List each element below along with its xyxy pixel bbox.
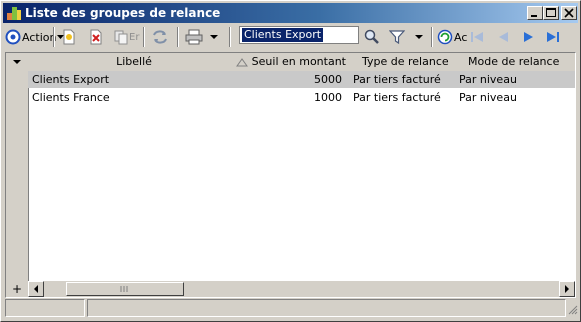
column-header-mode[interactable]: Mode de relance bbox=[468, 53, 575, 71]
column-header-seuil[interactable]: Seuil en montant bbox=[250, 53, 346, 71]
sort-ascending-icon bbox=[236, 58, 248, 67]
next-record-button[interactable] bbox=[521, 26, 537, 48]
last-record-button[interactable] bbox=[545, 26, 561, 48]
new-document-icon bbox=[63, 29, 75, 45]
status-panel bbox=[5, 299, 85, 317]
print-dropdown-button[interactable] bbox=[209, 26, 219, 48]
cell-libelle: Clients Export bbox=[32, 73, 110, 86]
minimize-button[interactable] bbox=[527, 6, 543, 20]
copy-label: Er bbox=[129, 31, 140, 43]
copy-button[interactable]: Er bbox=[113, 26, 139, 48]
grid-header: Libellé Seuil en montant Type de relance… bbox=[28, 53, 575, 71]
horizontal-scrollbar[interactable] bbox=[28, 281, 575, 297]
chevron-down-icon bbox=[13, 60, 21, 64]
filter-icon bbox=[389, 30, 405, 45]
toolbar-separator bbox=[143, 27, 145, 47]
chevron-down-icon bbox=[210, 35, 218, 39]
row-selector-column bbox=[6, 53, 29, 281]
refresh-icon bbox=[153, 30, 167, 44]
chevron-left-icon bbox=[34, 285, 38, 293]
chevron-down-icon bbox=[415, 35, 423, 39]
app-icon bbox=[6, 5, 22, 21]
resize-grip-icon[interactable] bbox=[566, 303, 578, 315]
action-label: Action bbox=[22, 30, 57, 44]
scroll-left-button[interactable] bbox=[28, 281, 44, 297]
printer-icon bbox=[185, 29, 203, 45]
chevron-right-icon bbox=[565, 285, 569, 293]
new-button[interactable] bbox=[61, 26, 77, 48]
cell-mode: Par niveau bbox=[459, 91, 517, 104]
close-button[interactable] bbox=[561, 6, 577, 20]
cell-type: Par tiers facturé bbox=[353, 91, 441, 104]
column-header-libelle[interactable]: Libellé bbox=[28, 53, 240, 71]
search-icon bbox=[364, 29, 379, 44]
toolbar-separator bbox=[431, 27, 433, 47]
toolbar: Action Er Clients Export Ac bbox=[3, 24, 578, 50]
copy-icon bbox=[114, 30, 128, 45]
action-button[interactable]: Action bbox=[5, 26, 65, 48]
toolbar-separator bbox=[53, 27, 55, 47]
refresh-button[interactable] bbox=[151, 26, 169, 48]
window-title: Liste des groupes de relance bbox=[25, 6, 221, 20]
status-bar bbox=[5, 299, 578, 317]
scroll-thumb[interactable] bbox=[66, 282, 184, 296]
cell-mode: Par niveau bbox=[459, 73, 517, 86]
table-row[interactable]: Clients Export 5000 Par tiers facturé Pa… bbox=[28, 71, 575, 88]
cell-libelle: Clients France bbox=[32, 91, 110, 104]
add-row-button[interactable]: + bbox=[6, 281, 28, 297]
grip-icon bbox=[120, 286, 128, 292]
delete-button[interactable] bbox=[88, 26, 104, 48]
title-bar[interactable]: Liste des groupes de relance bbox=[3, 3, 578, 23]
status-panel bbox=[87, 299, 566, 317]
column-chooser-button[interactable] bbox=[6, 53, 28, 71]
last-icon bbox=[547, 32, 559, 42]
maximize-button[interactable] bbox=[543, 6, 559, 20]
cell-type: Par tiers facturé bbox=[353, 73, 441, 86]
print-button[interactable] bbox=[185, 26, 203, 48]
previous-record-button[interactable] bbox=[495, 26, 511, 48]
scroll-right-button[interactable] bbox=[559, 281, 575, 297]
search-button[interactable] bbox=[363, 26, 381, 48]
previous-icon bbox=[499, 32, 508, 42]
action-icon bbox=[5, 29, 21, 45]
cell-seuil: 1000 bbox=[314, 91, 342, 104]
filter-dropdown-button[interactable] bbox=[414, 26, 424, 48]
toolbar-separator bbox=[229, 27, 231, 47]
next-icon bbox=[524, 32, 533, 42]
search-input[interactable]: Clients Export bbox=[239, 26, 359, 44]
delete-icon bbox=[90, 29, 102, 45]
toolbar-separator bbox=[177, 27, 179, 47]
table-row[interactable]: Clients France 1000 Par tiers facturé Pa… bbox=[28, 89, 575, 106]
column-header-type[interactable]: Type de relance bbox=[362, 53, 462, 71]
search-value: Clients Export bbox=[242, 28, 324, 42]
data-grid: Libellé Seuil en montant Type de relance… bbox=[5, 52, 576, 298]
actualiser-button[interactable]: Ac bbox=[437, 26, 467, 48]
actualiser-label: Ac bbox=[454, 30, 468, 44]
main-window: Liste des groupes de relance Action Er C… bbox=[0, 0, 581, 322]
reload-icon bbox=[437, 29, 453, 45]
first-record-button[interactable] bbox=[469, 26, 485, 48]
filter-button[interactable] bbox=[389, 26, 405, 48]
first-icon bbox=[471, 32, 483, 42]
cell-seuil: 5000 bbox=[314, 73, 342, 86]
